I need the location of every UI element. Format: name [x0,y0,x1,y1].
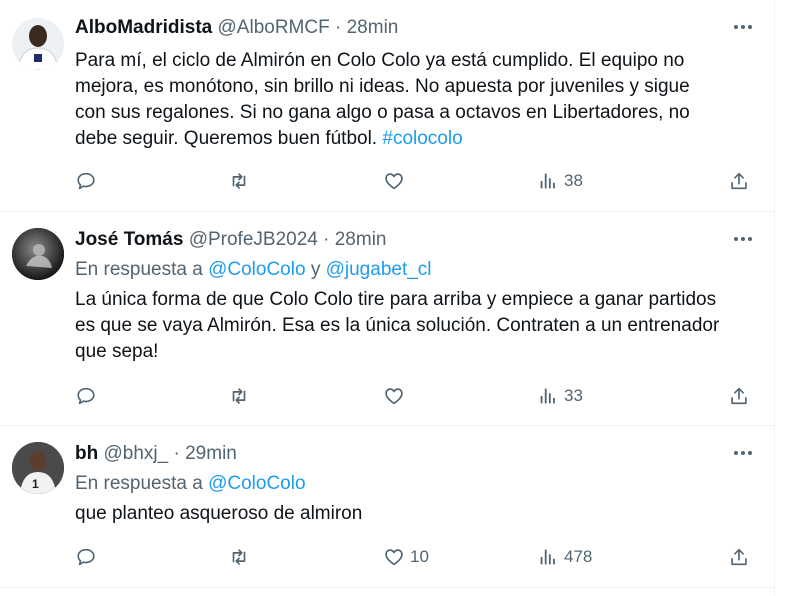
retweet-icon [232,388,246,404]
heart-icon [385,388,403,405]
views-icon [540,388,555,404]
reply-icon [77,387,95,405]
user-handle[interactable]: @AlboRMCF [218,17,330,38]
like-button[interactable] [383,383,410,409]
mention-link[interactable]: @jugabet_cl [326,259,432,280]
views-button[interactable]: 38 [537,168,583,194]
display-name[interactable]: bh [75,443,98,464]
retweet-button[interactable] [228,168,250,194]
retweet-button[interactable] [228,544,250,570]
reply-label: En respuesta a [75,259,203,280]
reply-button[interactable] [75,168,97,194]
reply-button[interactable] [75,544,97,570]
like-count: 10 [410,547,429,566]
share-button[interactable] [728,383,750,409]
reply-context: En respuesta a @ColoColo y @jugabet_cl [75,257,756,283]
hashtag-link[interactable]: #colocolo [382,128,462,149]
tweet-actions: 38 [75,168,765,194]
heart-icon [385,549,403,566]
avatar[interactable] [12,228,64,280]
user-handle[interactable]: @bhxj_ [104,443,169,464]
like-button[interactable]: 10 [383,544,429,570]
separator: · [323,229,330,250]
views-count: 38 [564,171,583,190]
tweet-header: bh @bhxj_ · 29min [75,442,756,466]
views-icon [540,549,555,565]
tweet-text: Para mí, el ciclo de Almirón en Colo Col… [75,48,756,152]
retweet-icon [232,173,246,189]
tweet[interactable]: 1 bh @bhxj_ · 29min En respuesta a @Colo… [0,426,774,588]
share-icon [731,548,747,566]
retweet-button[interactable] [228,383,250,409]
reply-context: En respuesta a @ColoColo [75,471,756,497]
heart-icon [385,173,403,190]
mention-link[interactable]: @ColoColo [208,473,305,494]
reply-icon [77,548,95,566]
avatar[interactable] [12,18,64,70]
tweet-actions: 10 478 [75,544,765,570]
retweet-icon [232,549,246,565]
like-button[interactable] [383,168,410,194]
views-count: 478 [564,547,593,566]
tweet-header: José Tomás @ProfeJB2024 · 28min [75,228,756,252]
reply-label: En respuesta a [75,473,203,494]
share-button[interactable] [728,168,750,194]
user-handle[interactable]: @ProfeJB2024 [189,229,318,250]
mention-link[interactable]: @ColoColo [208,259,305,280]
timestamp[interactable]: 28min [347,17,399,38]
tweet-text: que planteo asqueroso de almiron [75,503,363,524]
tweet[interactable]: AlboMadridista @AlboRMCF · 28min Para mí… [0,0,774,212]
display-name[interactable]: AlboMadridista [75,17,212,38]
more-icon[interactable] [730,440,756,466]
timestamp[interactable]: 28min [335,229,387,250]
tweet-feed: AlboMadridista @AlboRMCF · 28min Para mí… [0,0,775,596]
separator: · [173,443,180,464]
share-icon [731,172,747,190]
more-icon[interactable] [730,226,756,252]
views-count: 33 [564,386,583,405]
reply-icon [77,172,95,190]
tweet-actions: 33 [75,383,765,409]
timestamp[interactable]: 29min [185,443,237,464]
views-icon [540,173,555,189]
tweet-header: AlboMadridista @AlboRMCF · 28min [75,16,756,40]
separator: · [335,17,342,38]
views-button[interactable]: 478 [537,544,592,570]
share-button[interactable] [728,544,750,570]
svg-text:1: 1 [32,477,39,491]
reply-conjunction: y [310,259,321,280]
share-icon [731,387,747,405]
views-button[interactable]: 33 [537,383,583,409]
tweet-text: La única forma de que Colo Colo tire par… [75,289,720,362]
reply-button[interactable] [75,383,97,409]
more-icon[interactable] [730,14,756,40]
display-name[interactable]: José Tomás [75,229,183,250]
avatar[interactable]: 1 [12,442,64,494]
tweet[interactable]: José Tomás @ProfeJB2024 · 28min En respu… [0,212,774,426]
